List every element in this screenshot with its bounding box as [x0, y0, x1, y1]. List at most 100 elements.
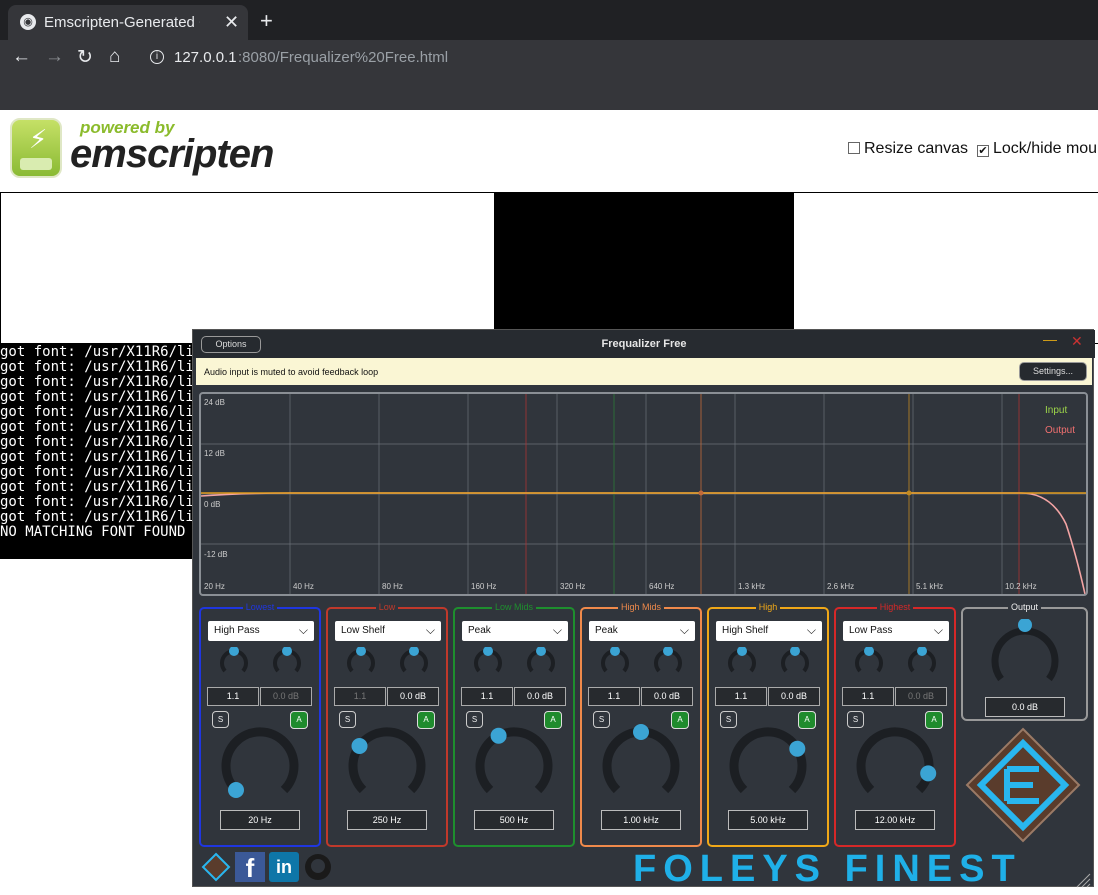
frequency-knob[interactable] — [472, 724, 556, 808]
q-knob[interactable] — [220, 647, 248, 675]
gain-value-field[interactable]: 0.0 dB — [514, 687, 566, 706]
back-arrow-icon[interactable]: ← — [12, 46, 31, 68]
resize-canvas-checkbox[interactable]: Resize canvas — [848, 140, 968, 158]
q-value-field[interactable]: 1.1 — [207, 687, 259, 706]
knob-handle[interactable] — [737, 647, 747, 656]
filter-type-select[interactable]: High Pass ⌵ — [208, 621, 314, 641]
q-knob[interactable] — [855, 647, 883, 675]
q-value-field[interactable]: 1.1 — [461, 687, 513, 706]
band-strip: High High Shelf ⌵ 1.1 0.0 dB S A 5.00 kHz — [707, 602, 829, 847]
filter-type-select[interactable]: Peak ⌵ — [589, 621, 695, 641]
q-knob[interactable] — [474, 647, 502, 675]
output-value-field[interactable]: 0.0 dB — [985, 697, 1065, 717]
gain-value-field[interactable]: 0.0 dB — [260, 687, 312, 706]
gain-value-field[interactable]: 0.0 dB — [387, 687, 439, 706]
band-handle-high[interactable] — [906, 490, 912, 496]
gain-value-field[interactable]: 0.0 dB — [641, 687, 693, 706]
resize-checkbox-box[interactable] — [848, 142, 860, 154]
frequency-knob[interactable] — [599, 724, 683, 808]
address-bar[interactable]: i 127.0.0.1 :8080/Frequalizer%20Free.htm… — [140, 44, 1090, 72]
q-knob[interactable] — [347, 647, 375, 675]
gain-knob[interactable] — [527, 647, 555, 675]
knob-handle[interactable] — [490, 727, 507, 744]
info-icon[interactable]: i — [150, 50, 164, 64]
knob-handle[interactable] — [610, 647, 620, 656]
filter-type-select[interactable]: Peak ⌵ — [462, 621, 568, 641]
knob-handle[interactable] — [633, 724, 649, 740]
knob-handle[interactable] — [536, 647, 546, 656]
gain-knob[interactable] — [273, 647, 301, 675]
knob-handle[interactable] — [409, 647, 419, 656]
new-tab-icon[interactable]: + — [260, 8, 273, 34]
gain-knob[interactable] — [908, 647, 936, 675]
home-icon[interactable]: ⌂ — [109, 46, 120, 68]
filter-type-value: High Pass — [214, 625, 260, 636]
band-name: High Mids — [617, 602, 664, 612]
gain-value-field[interactable]: 0.0 dB — [895, 687, 947, 706]
frequency-knob[interactable] — [726, 724, 810, 808]
q-knob[interactable] — [728, 647, 756, 675]
plugin-titlebar: Options Frequalizer Free — ✕ — [193, 330, 1095, 358]
frequency-value-field[interactable]: 1.00 kHz — [601, 810, 681, 830]
lock-checkbox-box[interactable]: ✔ — [977, 145, 989, 157]
filter-type-select[interactable]: Low Shelf ⌵ — [335, 621, 441, 641]
facebook-icon[interactable]: f — [235, 852, 265, 883]
q-value-field[interactable]: 1.1 — [842, 687, 894, 706]
knob-handle[interactable] — [790, 647, 800, 656]
knob-handle[interactable] — [920, 765, 937, 782]
reload-icon[interactable]: ↻ — [77, 46, 93, 69]
knob-handle[interactable] — [228, 782, 244, 798]
chevron-down-icon: ⌵ — [552, 623, 562, 637]
frequency-value-field[interactable]: 5.00 kHz — [728, 810, 808, 830]
frequency-knob[interactable] — [218, 724, 302, 808]
freq-label: 10.2 kHz — [1005, 582, 1037, 591]
close-icon[interactable]: ✕ — [1071, 333, 1083, 350]
q-value-field[interactable]: 1.1 — [588, 687, 640, 706]
emscripten-canvas[interactable] — [494, 192, 794, 329]
resize-grip-icon[interactable] — [1073, 870, 1091, 888]
knob-handle[interactable] — [483, 647, 493, 656]
gain-knob[interactable] — [654, 647, 682, 675]
db-label: 24 dB — [204, 398, 225, 407]
gain-knob[interactable] — [400, 647, 428, 675]
frequalizer-window: Options Frequalizer Free — ✕ Audio input… — [192, 329, 1095, 890]
frequency-value-field[interactable]: 12.00 kHz — [855, 810, 935, 830]
close-tab-icon[interactable]: ✕ — [224, 12, 239, 33]
frequency-knob[interactable] — [345, 724, 429, 808]
console-line: got font: /usr/X11R6/lib — [0, 374, 200, 390]
knob-handle[interactable] — [789, 740, 806, 757]
frequency-knob[interactable] — [853, 724, 937, 808]
foleys-small-logo-icon[interactable] — [201, 852, 231, 882]
eq-response-graph[interactable]: 24 dB 12 dB 0 dB -12 dB 20 Hz 40 Hz 80 Hz 1… — [199, 392, 1088, 596]
settings-button[interactable]: Settings... — [1019, 362, 1087, 381]
gain-knob[interactable] — [781, 647, 809, 675]
knob-handle[interactable] — [917, 647, 927, 656]
lock-hide-checkbox[interactable]: ✔ Lock/hide mou — [977, 140, 1097, 158]
legend-input: Input — [1045, 405, 1068, 416]
chevron-down-icon: ⌵ — [806, 623, 816, 637]
gain-value-field[interactable]: 0.0 dB — [768, 687, 820, 706]
console-line: got font: /usr/X11R6/lib — [0, 419, 200, 435]
q-value-field[interactable]: 1.1 — [334, 687, 386, 706]
frequency-value-field[interactable]: 20 Hz — [220, 810, 300, 830]
frequency-value-field[interactable]: 500 Hz — [474, 810, 554, 830]
knob-handle[interactable] — [663, 647, 673, 656]
q-value-field[interactable]: 1.1 — [715, 687, 767, 706]
frequency-value-field[interactable]: 250 Hz — [347, 810, 427, 830]
output-gain-knob[interactable] — [989, 619, 1061, 691]
knob-handle[interactable] — [864, 647, 874, 656]
filter-type-select[interactable]: High Shelf ⌵ — [716, 621, 822, 641]
filter-type-select[interactable]: Low Pass ⌵ — [843, 621, 949, 641]
band-handle-highmids[interactable] — [698, 490, 704, 496]
tab-title: Emscripten-Generated Co — [44, 14, 200, 31]
minimize-icon[interactable]: — — [1043, 331, 1057, 347]
linkedin-icon[interactable]: in — [269, 852, 299, 882]
knob-handle[interactable] — [356, 647, 366, 656]
knob-handle[interactable] — [351, 738, 368, 754]
forward-arrow-icon[interactable]: → — [45, 46, 64, 68]
browser-tab[interactable]: ◉ Emscripten-Generated Co ✕ — [8, 5, 248, 40]
github-icon[interactable] — [303, 852, 333, 882]
knob-handle[interactable] — [282, 647, 292, 656]
knob-handle[interactable] — [229, 647, 239, 656]
q-knob[interactable] — [601, 647, 629, 675]
